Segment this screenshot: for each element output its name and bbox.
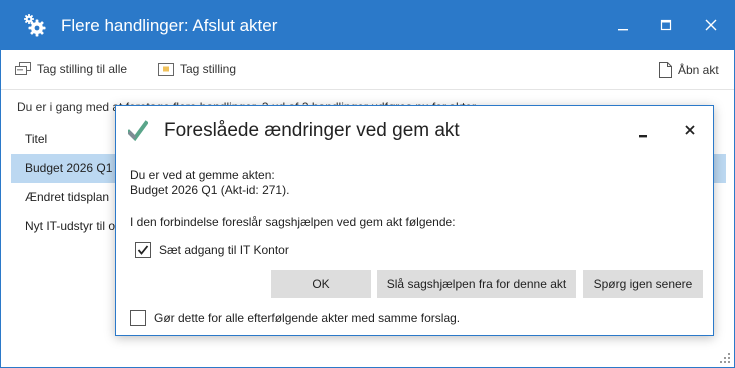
dialog-line-3: I den forbindelse foreslår sagshjælpen v… xyxy=(130,215,456,229)
copy-stack-icon xyxy=(15,62,31,75)
title-bar[interactable]: Flere handlinger: Afslut akter xyxy=(1,1,734,50)
close-icon[interactable] xyxy=(682,122,698,138)
window-title: Flere handlinger: Afslut akter xyxy=(61,16,278,35)
disable-helper-button[interactable]: Slå sagshjælpen fra for denne akt xyxy=(377,270,576,298)
toolbar: Tag stilling til alle Tag stilling Åbn a… xyxy=(1,50,734,90)
close-icon[interactable] xyxy=(701,15,721,35)
set-all-button[interactable]: Tag stilling til alle xyxy=(15,62,127,76)
resize-grip-icon[interactable] xyxy=(720,353,730,363)
set-all-label: Tag stilling til alle xyxy=(37,62,128,76)
checkbox-box[interactable] xyxy=(130,310,146,326)
check-icon xyxy=(137,245,149,255)
checkmark-icon xyxy=(128,120,148,142)
checkbox-box[interactable] xyxy=(135,242,151,258)
minimize-icon[interactable] xyxy=(613,15,633,35)
dialog-line-1: Du er ved at gemme akten: xyxy=(130,168,275,182)
dialog-header[interactable]: Foreslåede ændringer ved gem akt xyxy=(116,106,713,154)
gears-icon xyxy=(24,14,46,37)
ok-button[interactable]: OK xyxy=(271,270,371,298)
suggestion-label: Sæt adgang til IT Kontor xyxy=(159,243,289,257)
open-act-label: Åbn akt xyxy=(678,63,719,77)
minimize-icon[interactable] xyxy=(634,124,652,140)
card-icon xyxy=(158,62,174,76)
open-act-button[interactable]: Åbn akt xyxy=(659,62,719,78)
set-label: Tag stilling xyxy=(180,62,237,76)
dialog-title: Foreslåede ændringer ved gem akt xyxy=(164,120,460,141)
dialog-act-name: Budget 2026 Q1 (Akt-id: 271). xyxy=(130,183,290,197)
document-icon xyxy=(659,62,672,78)
maximize-icon[interactable] xyxy=(656,15,676,35)
ask-later-button[interactable]: Spørg igen senere xyxy=(583,270,703,298)
set-button[interactable]: Tag stilling xyxy=(158,62,236,76)
apply-all-label: Gør dette for alle efterfølgende akter m… xyxy=(154,311,461,325)
suggested-changes-dialog: Foreslåede ændringer ved gem akt Du er v… xyxy=(115,105,714,336)
suggestion-checkbox[interactable]: Sæt adgang til IT Kontor xyxy=(135,242,289,258)
apply-all-checkbox[interactable]: Gør dette for alle efterfølgende akter m… xyxy=(130,310,460,326)
